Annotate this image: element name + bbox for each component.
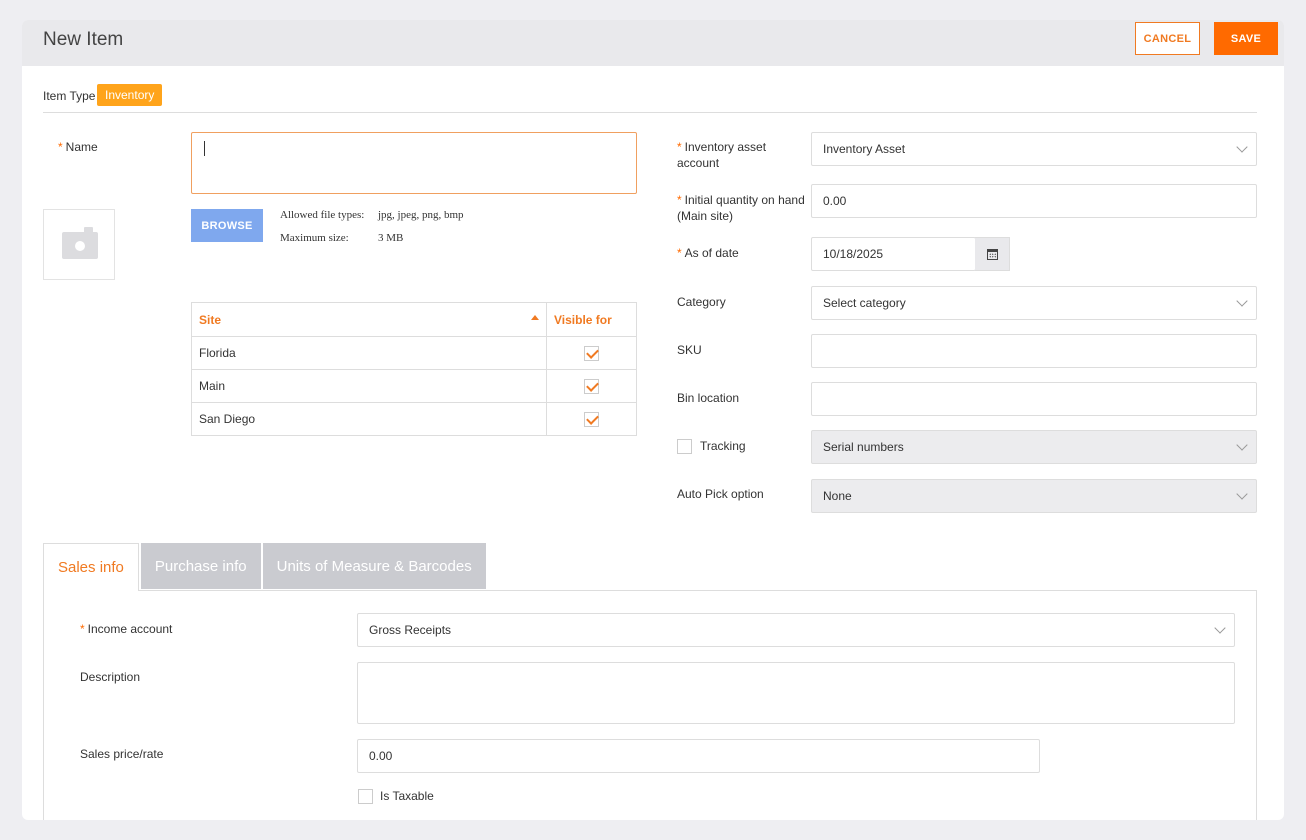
sales-price-label: Sales price/rate xyxy=(80,747,164,761)
category-label: Category xyxy=(677,295,726,309)
chevron-down-icon xyxy=(1236,439,1248,451)
chevron-down-icon xyxy=(1236,141,1248,153)
cancel-button[interactable]: CANCEL xyxy=(1135,22,1200,55)
new-item-window: New Item CANCEL SAVE Item Type Inventory… xyxy=(22,20,1284,820)
header-bar: New Item CANCEL SAVE xyxy=(22,20,1284,66)
tracking-checkbox[interactable] xyxy=(677,439,692,454)
table-row: Florida xyxy=(191,336,637,370)
initial-quantity-input[interactable]: 0.00 xyxy=(811,184,1257,218)
max-size-value: 3 MB xyxy=(378,232,404,244)
camera-icon xyxy=(62,227,98,259)
allowed-types-label: Allowed file types: xyxy=(280,209,365,221)
item-type-badge: Inventory xyxy=(97,84,163,106)
bin-location-label: Bin location xyxy=(677,391,740,405)
tracking-label: Tracking xyxy=(700,439,746,453)
is-taxable-checkbox[interactable] xyxy=(358,789,373,804)
sku-input[interactable] xyxy=(811,334,1257,368)
chevron-down-icon xyxy=(1214,622,1226,634)
as-of-date-label: * As of date xyxy=(677,246,739,260)
site-name: San Diego xyxy=(191,402,547,436)
tab-purchase-info[interactable]: Purchase info xyxy=(140,543,261,589)
item-photo-placeholder[interactable] xyxy=(43,209,115,280)
item-tabs: Sales info Purchase info Units of Measur… xyxy=(43,543,488,591)
income-account-label: * Income account xyxy=(80,622,173,636)
date-picker-button[interactable] xyxy=(975,237,1010,271)
site-name: Florida xyxy=(191,336,547,370)
calendar-icon xyxy=(987,249,998,260)
visible-for-column-header: Visible for xyxy=(546,302,637,337)
name-input[interactable] xyxy=(191,132,637,194)
tracking-select: Serial numbers xyxy=(811,430,1257,464)
text-caret xyxy=(204,141,205,156)
sort-ascending-icon xyxy=(531,314,539,320)
auto-pick-select: None xyxy=(811,479,1257,513)
bin-location-input[interactable] xyxy=(811,382,1257,416)
inventory-asset-account-select[interactable]: Inventory Asset xyxy=(811,132,1257,166)
name-label: * Name xyxy=(58,140,98,154)
item-type-label: Item Type xyxy=(43,89,96,103)
site-name: Main xyxy=(191,369,547,403)
chevron-down-icon xyxy=(1236,295,1248,307)
site-visibility-table: Site Visible for Florida Main San Diego xyxy=(191,302,637,436)
initial-quantity-label: * Initial quantity on hand (Main site) xyxy=(677,193,805,223)
as-of-date-input[interactable]: 10/18/2025 xyxy=(811,237,976,271)
sales-price-input[interactable]: 0.00 xyxy=(357,739,1040,773)
max-size-label: Maximum size: xyxy=(280,232,349,244)
site-column-header[interactable]: Site xyxy=(191,302,547,337)
income-account-select[interactable]: Gross Receipts xyxy=(357,613,1235,647)
inventory-asset-account-label: * Inventory asset account xyxy=(677,140,767,170)
page-title: New Item xyxy=(43,29,124,50)
description-textarea[interactable] xyxy=(357,662,1235,724)
browse-button[interactable]: BROWSE xyxy=(191,209,263,242)
auto-pick-label: Auto Pick option xyxy=(677,487,764,501)
tab-units-of-measure[interactable]: Units of Measure & Barcodes xyxy=(262,543,486,589)
allowed-types-value: jpg, jpeg, png, bmp xyxy=(378,209,464,221)
tab-sales-info[interactable]: Sales info xyxy=(43,543,139,591)
visible-checkbox[interactable] xyxy=(584,345,599,361)
is-taxable-label: Is Taxable xyxy=(380,789,434,803)
sku-label: SKU xyxy=(677,343,702,357)
table-row: Main xyxy=(191,369,637,403)
visible-checkbox[interactable] xyxy=(584,411,599,427)
table-row: San Diego xyxy=(191,402,637,436)
divider xyxy=(43,112,1257,113)
chevron-down-icon xyxy=(1236,488,1248,500)
category-select[interactable]: Select category xyxy=(811,286,1257,320)
save-button[interactable]: SAVE xyxy=(1214,22,1278,55)
visible-checkbox[interactable] xyxy=(584,378,599,394)
description-label: Description xyxy=(80,670,141,684)
